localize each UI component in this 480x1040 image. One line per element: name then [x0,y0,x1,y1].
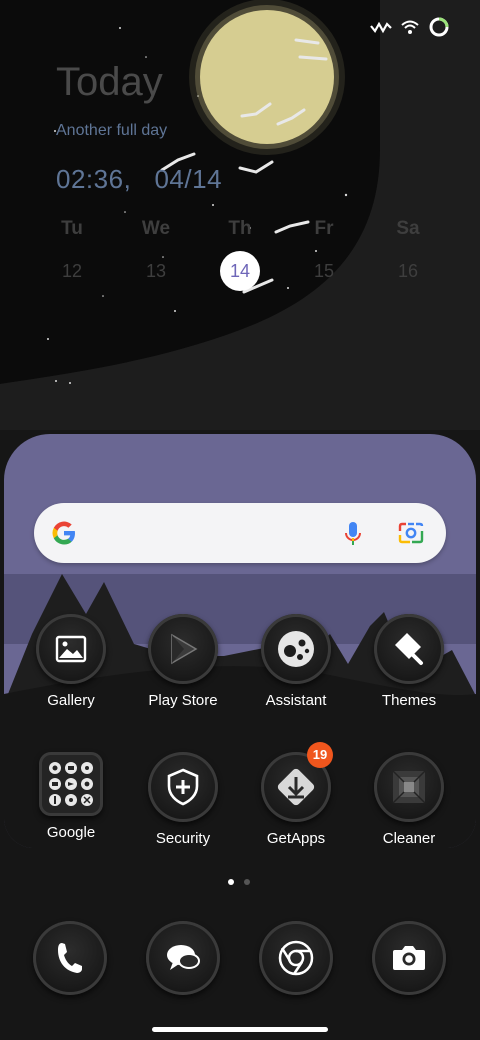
dock-phone[interactable] [20,921,120,995]
notification-badge: 19 [307,742,333,768]
getapps-icon: 19 [261,742,333,822]
play-store-icon [148,614,218,684]
battery-ring-icon [429,17,449,37]
widget-subtitle: Another full day [56,122,168,139]
page-indicator [228,879,250,885]
gesture-navigation-bar[interactable] [152,1027,328,1032]
date-cell[interactable]: 12 [40,258,104,284]
security-icon [148,752,218,822]
google-folder-icon [39,752,103,816]
weekday-label: Th [228,218,252,239]
weekday-label: We [141,218,171,239]
widget-title: Today [56,60,163,104]
app-security[interactable]: Security [133,752,233,847]
weekday-row: Tu We Th Fr Sa [40,218,440,240]
widget-time: 02:36, [56,164,132,194]
date-cell-today[interactable]: 14 [220,251,260,291]
dock-chrome[interactable] [246,921,346,995]
chrome-icon [259,921,333,995]
weekday-label: Fr [314,218,334,239]
microphone-icon[interactable] [344,520,362,548]
date-cell[interactable]: 15 [292,258,356,284]
app-label: GetApps [266,830,326,847]
phone-icon [33,921,107,995]
cleaner-icon [374,752,444,822]
page-dot[interactable] [244,879,250,885]
app-label: Assistant [265,692,327,709]
app-play-store[interactable]: Play Store [133,614,233,709]
app-label: Play Store [148,692,218,709]
wifi-icon [401,20,419,34]
app-assistant[interactable]: Assistant [246,614,346,709]
app-label: Security [155,830,211,847]
google-g-icon [52,521,75,545]
app-cleaner[interactable]: Cleaner [359,752,459,847]
camera-icon [372,921,446,995]
google-lens-icon[interactable] [398,521,424,545]
status-bar [370,16,450,38]
google-search-bar[interactable] [34,503,446,563]
app-themes[interactable]: Themes [359,614,459,709]
weekday-label: Tu [61,218,83,239]
weekday-label: Sa [396,218,420,239]
assistant-icon [261,614,331,684]
gallery-icon [36,614,106,684]
date-row: 12 13 14 15 16 [40,251,440,291]
date-cell[interactable]: 16 [376,258,440,284]
app-getapps[interactable]: 19 GetApps [246,742,346,847]
messages-icon [146,921,220,995]
dock-messages[interactable] [133,921,233,995]
page-dot-active[interactable] [228,879,234,885]
app-label: Gallery [47,692,95,709]
app-label: Google [46,824,96,841]
signal-icon [370,21,392,34]
widget-time-date: 02:36, 04/14 [56,164,222,195]
app-gallery[interactable]: Gallery [21,614,121,709]
themes-icon [374,614,444,684]
dock-camera[interactable] [359,921,459,995]
app-label: Themes [381,692,437,709]
app-folder-google[interactable]: Google [21,752,121,841]
app-label: Cleaner [382,830,436,847]
date-cell[interactable]: 13 [124,258,188,284]
widget-date: 04/14 [154,164,223,194]
